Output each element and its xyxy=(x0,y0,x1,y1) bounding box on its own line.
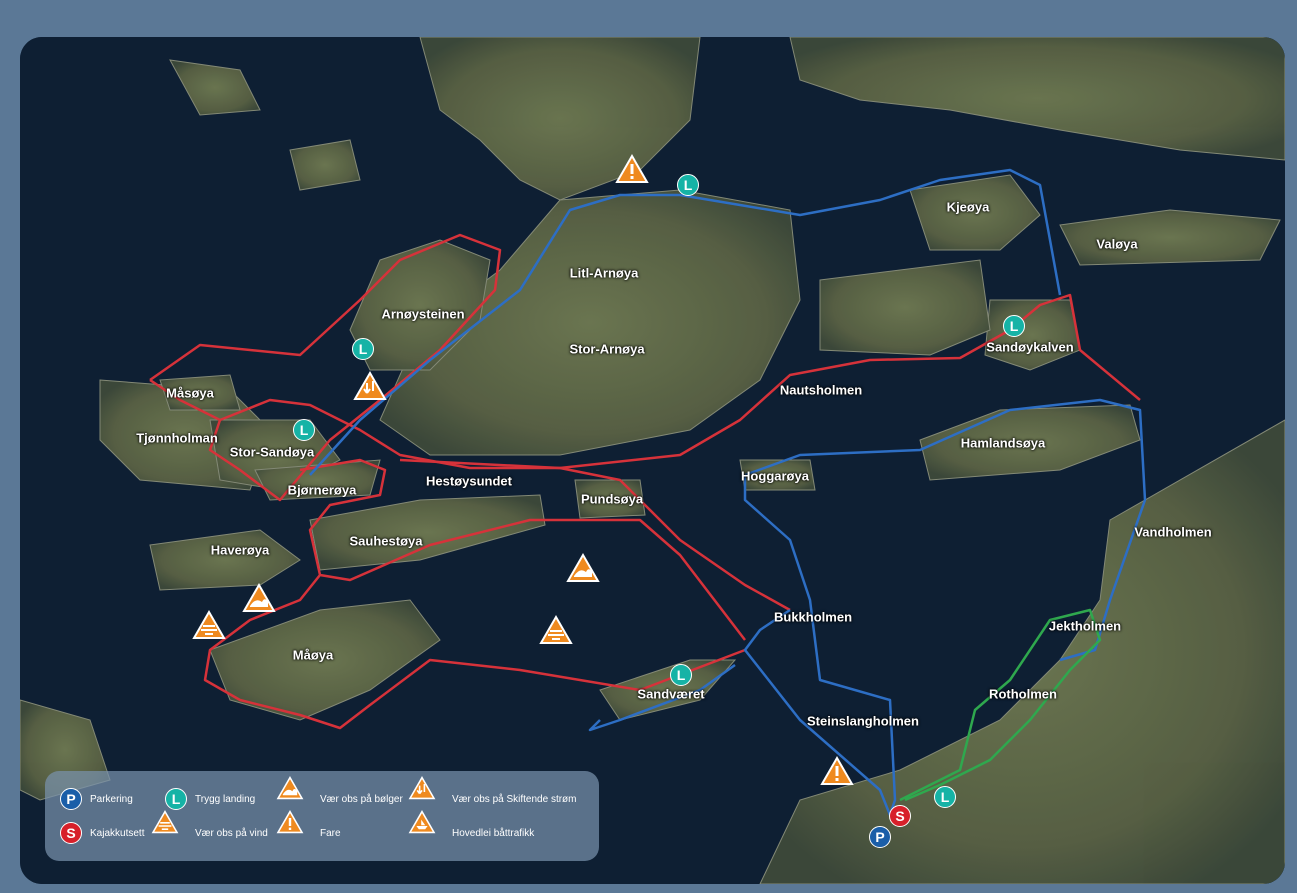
safe-landing-marker[interactable]: L xyxy=(1003,315,1025,337)
legend-danger-label: Fare xyxy=(320,827,341,839)
place-bjornaroya: Bjørnerøya xyxy=(287,482,357,498)
danger-warning-icon[interactable] xyxy=(820,756,854,786)
legend-danger: Fare xyxy=(276,810,341,844)
place-tjonnholman: Tjønnholman xyxy=(136,430,218,446)
place-hoggaroya: Hoggarøya xyxy=(741,468,809,484)
danger-warning-icon xyxy=(276,810,304,834)
place-maoya: Måøya xyxy=(292,647,334,663)
wave-warning-icon xyxy=(276,776,304,800)
safe-landing-marker[interactable]: L xyxy=(934,786,956,808)
place-nautsholmen: Nautsholmen xyxy=(779,382,863,398)
map-frame[interactable]: Litl-Arnøya Stor-Arnøya Arnøysteinen Mås… xyxy=(20,37,1285,884)
place-sandoykalven: Sandøykalven xyxy=(986,339,1074,355)
place-stor-arnoya: Stor-Arnøya xyxy=(569,341,645,357)
legend-current: Vær obs på Skiftende strøm xyxy=(408,776,577,810)
legend-waves-label: Vær obs på bølger xyxy=(320,793,403,805)
legend-kayak-start-label: Kajakkutsett xyxy=(90,827,145,839)
wave-warning-icon[interactable] xyxy=(242,583,276,613)
safe-landing-marker[interactable]: L xyxy=(293,419,315,441)
place-hestoysundet: Hestøysundet xyxy=(426,473,512,489)
wind-warning-icon xyxy=(151,810,179,834)
safe-landing-icon: L xyxy=(165,788,187,810)
legend-wind: Vær obs på vind xyxy=(151,810,268,844)
wind-warning-icon[interactable] xyxy=(539,615,573,645)
map-canvas xyxy=(20,37,1285,884)
map-legend: P Parkering S Kajakkutsett L Trygg landi… xyxy=(45,771,599,861)
wind-warning-icon[interactable] xyxy=(192,610,226,640)
place-kjeoya: Kjeøya xyxy=(946,199,990,215)
legend-boat-traffic: Hovedlei båttrafikk xyxy=(408,810,535,844)
place-sandvaeret: Sandværet xyxy=(637,686,705,702)
legend-parking: P Parkering xyxy=(60,788,133,810)
legend-parking-label: Parkering xyxy=(90,793,133,805)
place-sauhestoya: Sauhestøya xyxy=(349,533,423,549)
current-warning-icon[interactable] xyxy=(353,371,387,401)
place-haveroya: Haverøya xyxy=(210,542,270,558)
legend-boat-traffic-label: Hovedlei båttrafikk xyxy=(452,827,535,839)
parking-marker[interactable]: P xyxy=(869,826,891,848)
kayak-start-marker[interactable]: S xyxy=(889,805,911,827)
safe-landing-marker[interactable]: L xyxy=(670,664,692,686)
current-warning-icon xyxy=(408,776,436,800)
parking-icon: P xyxy=(60,788,82,810)
place-steinslangholmen: Steinslangholmen xyxy=(807,713,919,729)
legend-safe-landing-label: Trygg landing xyxy=(195,793,256,805)
place-jektholmen: Jektholmen xyxy=(1048,618,1122,634)
wave-warning-icon[interactable] xyxy=(566,553,600,583)
place-valoya: Valøya xyxy=(1096,236,1138,252)
legend-waves: Vær obs på bølger xyxy=(276,776,403,810)
place-masoya: Måsøya xyxy=(166,385,214,401)
place-arnoysteinen: Arnøysteinen xyxy=(381,306,465,322)
place-hamlandsoya: Hamlandsøya xyxy=(960,435,1046,451)
safe-landing-marker[interactable]: L xyxy=(677,174,699,196)
kayak-start-icon: S xyxy=(60,822,82,844)
legend-current-label: Vær obs på Skiftende strøm xyxy=(452,793,577,805)
legend-wind-label: Vær obs på vind xyxy=(195,827,268,839)
boat-traffic-warning-icon xyxy=(408,810,436,834)
place-litl-arnoya: Litl-Arnøya xyxy=(569,265,639,281)
legend-safe-landing: L Trygg landing xyxy=(165,788,255,810)
legend-kayak-start: S Kajakkutsett xyxy=(60,822,144,844)
place-bukkholmen: Bukkholmen xyxy=(773,609,853,625)
place-pundsoya: Pundsøya xyxy=(580,491,644,507)
place-rotholmen: Rotholmen xyxy=(989,686,1057,702)
place-vandholmen: Vandholmen xyxy=(1134,524,1212,540)
safe-landing-marker[interactable]: L xyxy=(352,338,374,360)
place-stor-sandoya: Stor-Sandøya xyxy=(229,444,315,460)
danger-warning-icon[interactable] xyxy=(615,154,649,184)
